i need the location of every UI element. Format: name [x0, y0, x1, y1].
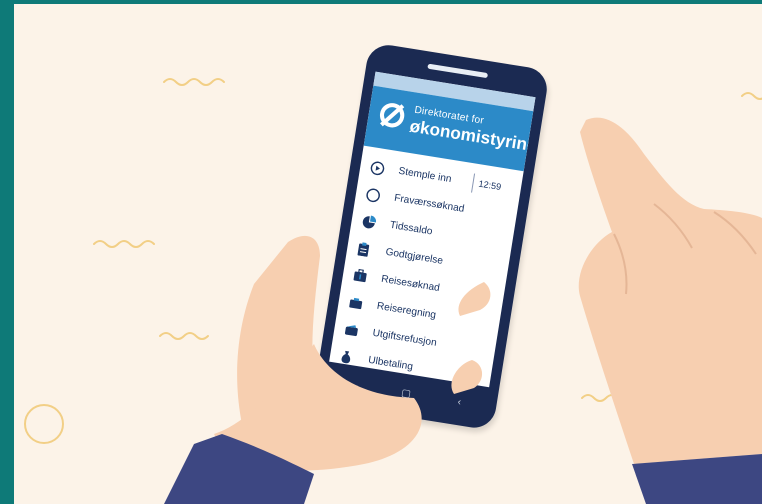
holding-hand-front — [164, 282, 491, 504]
illustration-scene: Direktoratet for økonomistyring Stemple … — [14, 4, 762, 504]
